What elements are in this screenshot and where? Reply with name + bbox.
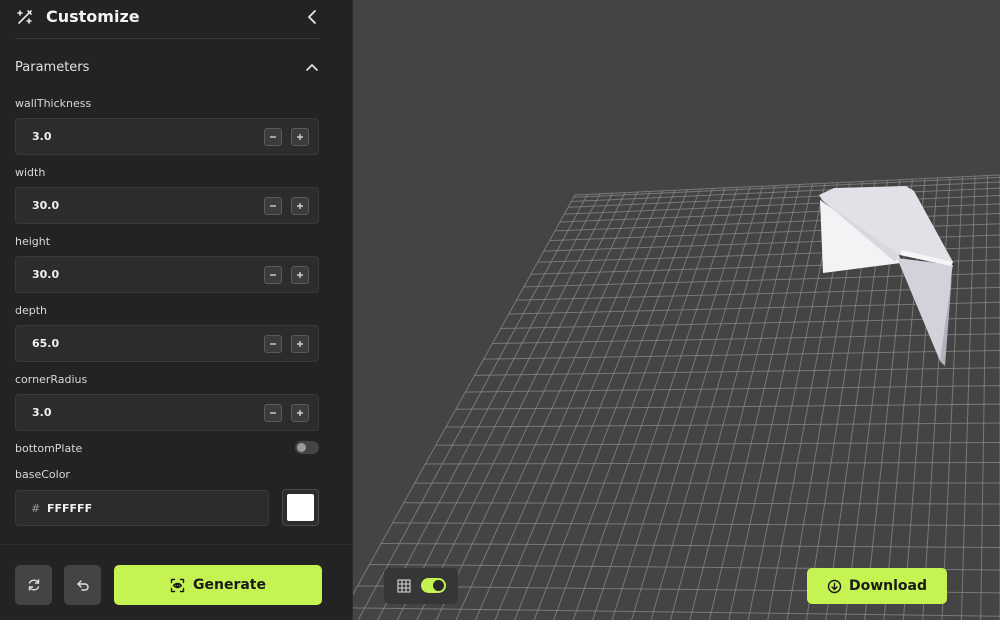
download-label: Download [848, 578, 928, 594]
plus-icon [297, 341, 303, 347]
width-decrement-button[interactable] [264, 197, 282, 215]
cornerradius-value[interactable]: 3.0 [32, 406, 52, 419]
download-circle-icon [827, 579, 842, 593]
generate-button[interactable]: Generate [114, 565, 322, 605]
depth-input[interactable]: 65.0 [15, 325, 319, 362]
wallthickness-input[interactable]: 3.0 [15, 118, 319, 155]
sidebar-header: Customize [0, 0, 353, 40]
grid-icon[interactable] [397, 579, 411, 593]
toggle-knob [433, 580, 444, 591]
param-label-basecolor: baseColor [15, 468, 70, 481]
generate-label: Generate [193, 577, 266, 593]
plus-icon [297, 134, 303, 140]
chevron-left-icon[interactable] [304, 8, 320, 26]
color-preview [287, 494, 314, 521]
height-decrement-button[interactable] [264, 266, 282, 284]
sidebar-title: Customize [46, 7, 140, 26]
3d-scene[interactable] [337, 0, 1000, 620]
param-label-height: height [15, 235, 51, 248]
refresh-icon [28, 579, 39, 591]
3d-viewport[interactable] [337, 0, 1000, 620]
download-button[interactable]: Download [807, 568, 947, 604]
param-label-depth: depth [15, 304, 48, 317]
bottomplate-toggle[interactable] [295, 441, 319, 454]
parameters-section-title: Parameters [15, 60, 90, 75]
cornerradius-increment-button[interactable] [291, 404, 309, 422]
wallthickness-decrement-button[interactable] [264, 128, 282, 146]
cornerradius-input[interactable]: 3.0 [15, 394, 319, 431]
wallthickness-increment-button[interactable] [291, 128, 309, 146]
depth-value[interactable]: 65.0 [32, 337, 59, 350]
param-label-cornerradius: cornerRadius [15, 373, 88, 386]
param-label-width: width [15, 166, 46, 179]
height-input[interactable]: 30.0 [15, 256, 319, 293]
plus-icon [297, 203, 303, 209]
depth-increment-button[interactable] [291, 335, 309, 353]
plus-icon [297, 410, 303, 416]
width-increment-button[interactable] [291, 197, 309, 215]
customize-sidebar: Customize Parameters wallThickness 3.0 w… [0, 0, 353, 620]
header-divider [15, 38, 320, 39]
height-value[interactable]: 30.0 [32, 268, 59, 281]
scan-eye-icon [170, 578, 185, 592]
wand-sparkle-icon [17, 10, 32, 24]
minus-icon [270, 274, 276, 276]
plus-icon [297, 272, 303, 278]
basecolor-hex-value[interactable]: FFFFFF [47, 502, 92, 515]
wallthickness-value[interactable]: 3.0 [32, 130, 52, 143]
height-increment-button[interactable] [291, 266, 309, 284]
basecolor-hex-input[interactable]: # FFFFFF [15, 490, 269, 526]
width-input[interactable]: 30.0 [15, 187, 319, 224]
param-label-bottomplate: bottomPlate [15, 442, 83, 455]
basecolor-swatch[interactable] [282, 489, 319, 526]
undo-button[interactable] [64, 565, 101, 605]
chevron-up-icon[interactable] [304, 60, 320, 76]
width-value[interactable]: 30.0 [32, 199, 59, 212]
cornerradius-decrement-button[interactable] [264, 404, 282, 422]
hash-prefix: # [31, 502, 41, 515]
reset-button[interactable] [15, 565, 52, 605]
minus-icon [270, 136, 276, 138]
minus-icon [270, 343, 276, 345]
minus-icon [270, 205, 276, 207]
toggle-knob [297, 443, 306, 452]
depth-decrement-button[interactable] [264, 335, 282, 353]
footer-divider [0, 544, 352, 545]
minus-icon [270, 412, 276, 414]
grid-visibility-toggle[interactable] [421, 578, 446, 593]
undo-icon [76, 580, 89, 591]
param-label-wallthickness: wallThickness [15, 97, 92, 110]
view-controls [384, 568, 458, 604]
